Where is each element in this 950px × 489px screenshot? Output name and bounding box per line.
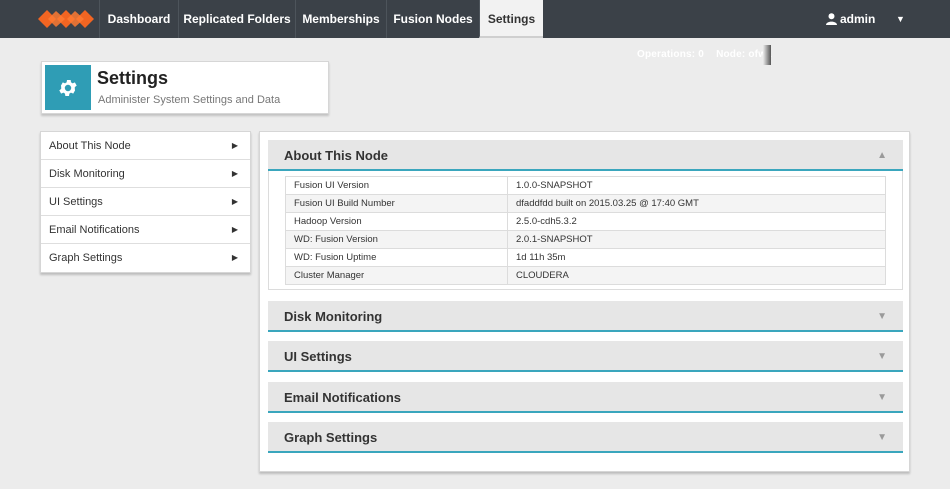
table-key: WD: Fusion Uptime — [285, 248, 508, 267]
section-title: About This Node — [284, 148, 388, 163]
side-menu-ui-settings[interactable]: UI Settings ▶ — [41, 188, 250, 216]
table-row: Cluster Manager CLOUDERA — [285, 266, 886, 285]
nav-fusion-nodes[interactable]: Fusion Nodes — [386, 0, 479, 38]
table-row: Fusion UI Build Number dfaddfdd built on … — [285, 194, 886, 213]
settings-side-menu: About This Node ▶ Disk Monitoring ▶ UI Set… — [40, 131, 251, 273]
top-navbar: Dashboard Replicated Folders Memberships… — [0, 0, 950, 38]
table-row: WD: Fusion Version 2.0.1-SNAPSHOT — [285, 230, 886, 249]
table-value: 2.5.0-cdh5.3.2 — [507, 212, 886, 231]
section-about-this-node: About This Node ▲ Fusion UI Version 1.0.0… — [268, 140, 903, 290]
operations-count: Operations: 0 — [637, 49, 705, 60]
expand-triangle-icon: ▼ — [877, 311, 887, 322]
table-value: 1.0.0-SNAPSHOT — [507, 176, 886, 195]
side-menu-graph-settings[interactable]: Graph Settings ▶ — [41, 244, 250, 272]
section-ui-settings: UI Settings ▼ — [268, 341, 903, 372]
about-node-table: Fusion UI Version 1.0.0-SNAPSHOT Fusion U… — [285, 176, 886, 285]
user-menu[interactable]: admin — [826, 0, 875, 38]
chevron-right-icon: ▶ — [231, 141, 238, 150]
table-row: Hadoop Version 2.5.0-cdh5.3.2 — [285, 212, 886, 231]
status-scroll-fade — [763, 45, 771, 65]
table-row: Fusion UI Version 1.0.0-SNAPSHOT — [285, 176, 886, 195]
gear-icon — [45, 65, 91, 110]
side-menu-label: Email Notifications — [49, 224, 140, 236]
table-key: Cluster Manager — [285, 266, 508, 285]
section-title: Email Notifications — [284, 390, 402, 405]
section-header-ui-settings[interactable]: UI Settings ▼ — [268, 341, 903, 372]
side-menu-label: UI Settings — [49, 196, 103, 208]
chevron-right-icon: ▶ — [231, 197, 238, 206]
section-title: Graph Settings — [284, 430, 378, 445]
table-value: CLOUDERA — [507, 266, 886, 285]
about-node-body: Fusion UI Version 1.0.0-SNAPSHOT Fusion U… — [268, 171, 903, 290]
section-title: UI Settings — [284, 349, 352, 364]
table-row: WD: Fusion Uptime 1d 11h 35m — [285, 248, 886, 267]
table-key: Fusion UI Version — [285, 176, 508, 195]
section-header-about-this-node[interactable]: About This Node ▲ — [268, 140, 903, 171]
section-graph-settings: Graph Settings ▼ — [268, 422, 903, 453]
section-header-disk-monitoring[interactable]: Disk Monitoring ▼ — [268, 301, 903, 332]
side-menu-label: Graph Settings — [49, 252, 123, 264]
nav-settings[interactable]: Settings — [479, 0, 543, 38]
page-title: Settings — [97, 68, 169, 88]
nav-dashboard[interactable]: Dashboard — [99, 0, 178, 38]
table-value: dfaddfdd built on 2015.03.25 @ 17:40 GMT — [507, 194, 886, 213]
user-dropdown-caret[interactable]: ▼ — [896, 0, 905, 38]
section-header-email-notifications[interactable]: Email Notifications ▼ — [268, 382, 903, 413]
side-menu-email-notifications[interactable]: Email Notifications ▶ — [41, 216, 250, 244]
status-readout: Operations: 0 Node: ofw1 — [637, 49, 784, 60]
section-header-graph-settings[interactable]: Graph Settings ▼ — [268, 422, 903, 453]
side-menu-about-this-node[interactable]: About This Node ▶ — [41, 132, 250, 160]
chevron-right-icon: ▶ — [231, 225, 238, 234]
side-menu-label: About This Node — [49, 140, 131, 152]
table-key: WD: Fusion Version — [285, 230, 508, 249]
side-menu-disk-monitoring[interactable]: Disk Monitoring ▶ — [41, 160, 250, 188]
user-name: admin — [840, 12, 876, 26]
expand-triangle-icon: ▼ — [877, 392, 887, 403]
expand-triangle-icon: ▼ — [877, 432, 887, 443]
user-icon — [826, 13, 837, 25]
section-disk-monitoring: Disk Monitoring ▼ — [268, 301, 903, 332]
nav-memberships[interactable]: Memberships — [295, 0, 386, 38]
side-menu-label: Disk Monitoring — [49, 168, 125, 180]
chevron-right-icon: ▶ — [231, 169, 238, 178]
nav-replicated-folders[interactable]: Replicated Folders — [178, 0, 295, 38]
table-value: 2.0.1-SNAPSHOT — [507, 230, 886, 249]
settings-panel: About This Node ▲ Fusion UI Version 1.0.0… — [259, 131, 910, 472]
section-title: Disk Monitoring — [284, 309, 383, 324]
page-header: Settings Administer System Settings and … — [41, 61, 329, 114]
chevron-right-icon: ▶ — [231, 253, 238, 262]
table-value: 1d 11h 35m — [507, 248, 886, 267]
table-key: Fusion UI Build Number — [285, 194, 508, 213]
wandisco-logo[interactable] — [38, 6, 94, 32]
collapse-triangle-icon: ▲ — [877, 150, 887, 161]
section-email-notifications: Email Notifications ▼ — [268, 382, 903, 413]
table-key: Hadoop Version — [285, 212, 508, 231]
page-subtitle: Administer System Settings and Data — [98, 94, 281, 106]
expand-triangle-icon: ▼ — [877, 351, 887, 362]
